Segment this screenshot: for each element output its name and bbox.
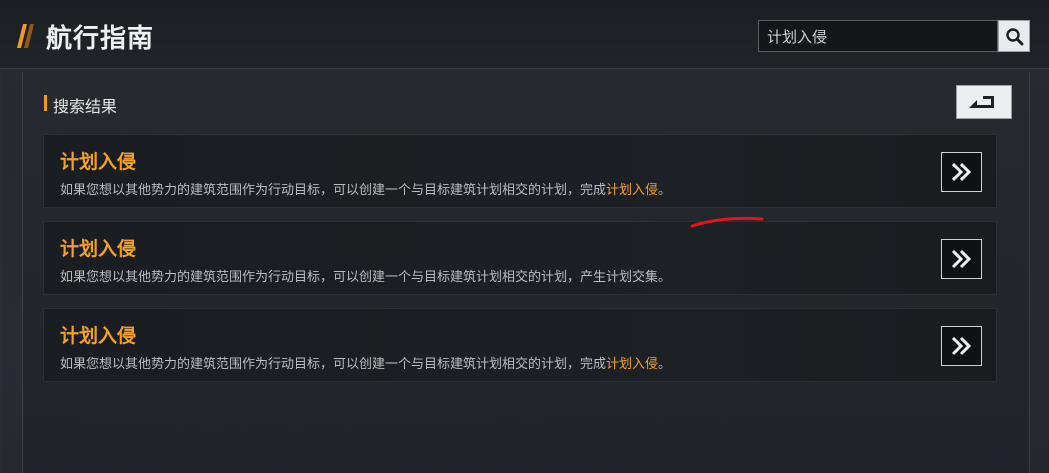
description-text: 。: [658, 183, 672, 198]
red-underline-annotation: [690, 216, 764, 228]
double-chevron-right-icon: [951, 162, 972, 182]
description-text: 完成: [580, 357, 607, 372]
title-stripes-icon: [17, 24, 36, 48]
description-highlight: 计划入侵: [606, 357, 659, 372]
description-highlight: 计划入侵: [606, 183, 659, 198]
result-card[interactable]: 计划入侵 如果您想以其他势力的建筑范围作为行动目标，可以创建一个与目标建筑计划相…: [43, 134, 997, 208]
description-text: 完成: [580, 183, 607, 198]
return-arrow-icon: [969, 96, 994, 108]
open-result-button[interactable]: [941, 326, 982, 366]
description-text: 产生计划交集。: [580, 270, 672, 285]
result-title: 计划入侵: [60, 325, 137, 347]
back-button[interactable]: [956, 85, 1012, 119]
double-chevron-right-icon: [951, 336, 972, 356]
result-card[interactable]: 计划入侵 如果您想以其他势力的建筑范围作为行动目标，可以创建一个与目标建筑计划相…: [43, 221, 997, 295]
description-text: 如果您想以其他势力的建筑范围作为行动目标，可以创建一个与目标建筑计划相交的计划，: [60, 270, 581, 285]
description-text: 。: [658, 357, 672, 372]
result-card[interactable]: 计划入侵 如果您想以其他势力的建筑范围作为行动目标，可以创建一个与目标建筑计划相…: [43, 308, 997, 382]
result-title: 计划入侵: [60, 238, 137, 260]
result-description: 如果您想以其他势力的建筑范围作为行动目标，可以创建一个与目标建筑计划相交的计划，…: [60, 266, 671, 285]
page-title: 航行指南: [46, 24, 155, 54]
search-icon: [1006, 28, 1024, 46]
open-result-button[interactable]: [941, 152, 982, 192]
section-accent-bar: [44, 95, 47, 111]
result-description: 如果您想以其他势力的建筑范围作为行动目标，可以创建一个与目标建筑计划相交的计划，…: [60, 353, 671, 372]
double-chevron-right-icon: [951, 249, 972, 269]
result-title: 计划入侵: [60, 151, 137, 173]
search-box[interactable]: [758, 20, 998, 52]
description-text: 如果您想以其他势力的建筑范围作为行动目标，可以创建一个与目标建筑计划相交的计划，: [60, 183, 581, 198]
search-button[interactable]: [998, 20, 1030, 52]
result-description: 如果您想以其他势力的建筑范围作为行动目标，可以创建一个与目标建筑计划相交的计划，…: [60, 179, 671, 198]
section-title: 搜索结果: [53, 97, 118, 116]
description-text: 如果您想以其他势力的建筑范围作为行动目标，可以创建一个与目标建筑计划相交的计划，: [60, 357, 581, 372]
search-input[interactable]: [759, 21, 997, 51]
top-bar: 航行指南: [0, 0, 1049, 69]
open-result-button[interactable]: [941, 239, 982, 279]
